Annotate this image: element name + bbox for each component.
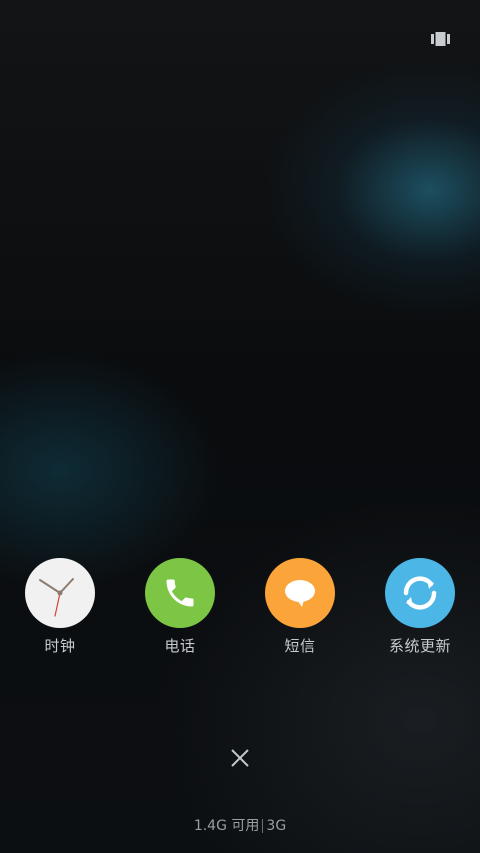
phone-icon [145,558,215,628]
app-label: 系统更新 [388,637,451,655]
recent-apps-row: 时钟 电话 短信 系统更新 [0,558,480,658]
message-icon [265,558,335,628]
divider [262,819,264,833]
refresh-icon [385,558,455,628]
app-system-update[interactable]: 系统更新 [370,558,470,656]
close-all-button[interactable] [228,746,252,770]
multitask-grid-icon[interactable] [431,31,450,46]
app-messages[interactable]: 短信 [250,558,350,656]
memory-status: 1.4G 可用 3G [0,815,480,835]
app-phone[interactable]: 电话 [130,558,230,656]
memory-available: 1.4G 可用 [193,818,260,834]
app-clock[interactable]: 时钟 [10,558,110,656]
app-label: 电话 [164,637,196,655]
memory-total: 3G [266,818,287,834]
clock-icon [25,558,95,628]
close-icon [231,749,249,767]
app-label: 短信 [284,637,316,655]
recent-apps-screen: 时钟 电话 短信 系统更新 1.4G 可用 3G [0,0,480,853]
app-label: 时钟 [44,637,76,655]
